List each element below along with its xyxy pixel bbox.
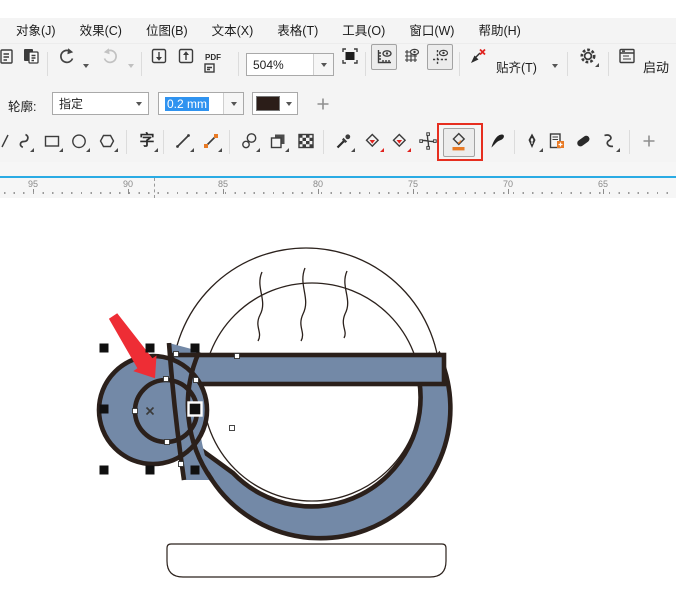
saucer[interactable] [166, 543, 447, 578]
steam-line[interactable] [300, 267, 307, 342]
selection-handle[interactable] [99, 465, 109, 475]
curve-node[interactable] [163, 376, 169, 382]
selection-handle[interactable] [190, 343, 200, 353]
selection-handle[interactable] [145, 465, 155, 475]
steam-line[interactable] [257, 271, 264, 342]
coreldraw-window: 对象(J) 效果(C) 位图(B) 文本(X) 表格(T) 工具(O) 窗口(W… [0, 0, 676, 595]
curve-node[interactable] [229, 425, 235, 431]
selection-handle[interactable] [190, 465, 200, 475]
curve-node[interactable] [164, 439, 170, 445]
selection-handle[interactable] [99, 343, 109, 353]
steam-line[interactable] [342, 270, 349, 339]
cup-rim-band[interactable] [169, 352, 447, 387]
inner-cup-circle[interactable] [202, 282, 422, 502]
coffee-cup-artwork [96, 247, 453, 578]
selection-handle[interactable] [187, 401, 203, 417]
curve-node[interactable] [234, 353, 240, 359]
curve-node[interactable] [132, 408, 138, 414]
selection-handle[interactable] [99, 404, 109, 414]
curve-node[interactable] [173, 351, 179, 357]
selection-handle[interactable] [145, 343, 155, 353]
curve-node[interactable] [178, 461, 184, 467]
curve-node[interactable] [193, 377, 199, 383]
